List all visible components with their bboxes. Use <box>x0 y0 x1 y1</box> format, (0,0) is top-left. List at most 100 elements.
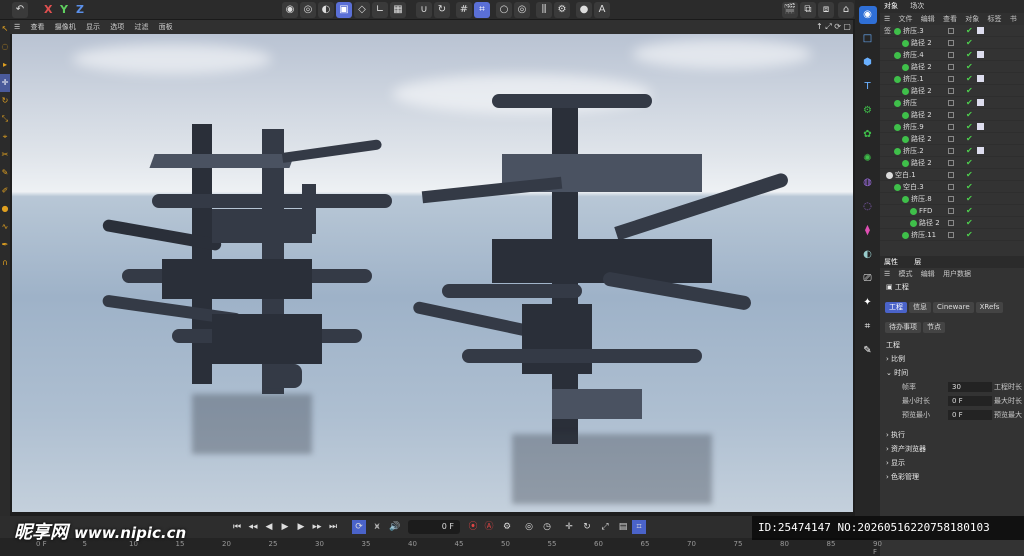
visibility-dot[interactable] <box>948 220 954 226</box>
field-value-input[interactable]: 30 <box>948 382 992 392</box>
go-end-icon[interactable]: ⏭ <box>326 520 340 534</box>
visibility-dot[interactable] <box>948 208 954 214</box>
loop-icon[interactable]: ⟳ <box>352 520 366 534</box>
enabled-check-icon[interactable]: ✔ <box>966 219 973 227</box>
object-row[interactable]: 挤压.3 ✔ <box>880 25 1024 37</box>
visibility-dot[interactable] <box>948 52 954 58</box>
key-icon[interactable]: ◎ <box>522 520 536 534</box>
layout-icon[interactable]: ⌂ <box>838 2 854 18</box>
visibility-dot[interactable] <box>948 88 954 94</box>
enabled-check-icon[interactable]: ✔ <box>966 51 973 59</box>
enabled-check-icon[interactable]: ✔ <box>966 207 973 215</box>
chip-info[interactable]: 信息 <box>909 302 931 313</box>
enabled-check-icon[interactable]: ✔ <box>966 171 973 179</box>
paint-tool-icon[interactable]: ✐ <box>0 182 10 200</box>
pla-key-icon[interactable]: ⌗ <box>632 520 646 534</box>
text-spline-icon[interactable]: T <box>859 78 877 96</box>
visibility-dot[interactable] <box>948 76 954 82</box>
object-row[interactable]: 挤压.2 ✔ <box>880 145 1024 157</box>
scale-tool-icon[interactable]: ⤡ <box>0 110 10 128</box>
chip-xrefs[interactable]: XRefs <box>975 302 1004 313</box>
object-row[interactable]: 挤压.4 ✔ <box>880 49 1024 61</box>
om-menu-object[interactable]: 对象 <box>965 15 979 23</box>
menu-options[interactable]: 选项 <box>110 20 124 34</box>
object-row[interactable]: 路径 2 ✔ <box>880 109 1024 121</box>
snap-icon[interactable]: # <box>456 2 472 18</box>
visibility-dot[interactable] <box>948 196 954 202</box>
om-menu-view[interactable]: 查看 <box>943 15 957 23</box>
phong-tag-icon[interactable] <box>977 51 984 58</box>
enabled-check-icon[interactable]: ✔ <box>966 183 973 191</box>
cloner-icon[interactable]: ✿ <box>859 126 877 144</box>
object-row[interactable]: 路径 2 ✔ <box>880 133 1024 145</box>
axis-mode-icon[interactable]: ∟ <box>372 2 388 18</box>
om-menu-edit[interactable]: 编辑 <box>921 15 935 23</box>
field-value-input[interactable]: 0 F <box>948 396 992 406</box>
object-row[interactable]: 路径 2 ✔ <box>880 37 1024 49</box>
tab-layers[interactable]: 层 <box>914 258 921 266</box>
group-asset-browser[interactable]: › 资产浏览器 <box>880 442 1024 456</box>
phong-tag-icon[interactable] <box>977 99 984 106</box>
target-icon[interactable]: ◎ <box>514 2 530 18</box>
tab-takes[interactable]: 场次 <box>910 2 924 10</box>
enabled-check-icon[interactable]: ✔ <box>966 195 973 203</box>
phong-tag-icon[interactable] <box>977 27 984 34</box>
object-row[interactable]: FFD ✔ <box>880 205 1024 217</box>
timeline-mode-icon[interactable]: ⩙ <box>370 520 384 534</box>
mode-model-icon[interactable]: ▣ <box>336 2 352 18</box>
3d-viewport[interactable] <box>12 34 853 512</box>
visibility-dot[interactable] <box>948 184 954 190</box>
chip-project[interactable]: 工程 <box>885 302 907 313</box>
play-icon[interactable]: ▶ <box>278 520 292 534</box>
mograph-icon[interactable]: ⧫ <box>859 222 877 240</box>
select-tool-icon[interactable]: ↖ <box>0 20 10 38</box>
visibility-dot[interactable] <box>948 40 954 46</box>
prev-key-icon[interactable]: ◂◂ <box>246 520 260 534</box>
tab-attributes[interactable]: 属性 <box>884 258 898 266</box>
enabled-check-icon[interactable]: ✔ <box>966 99 973 107</box>
object-row[interactable]: 挤压.11 ✔ <box>880 229 1024 241</box>
rotate-key-icon[interactable]: ↻ <box>580 520 594 534</box>
object-row[interactable]: 挤压.8 ✔ <box>880 193 1024 205</box>
enabled-check-icon[interactable]: ✔ <box>966 63 973 71</box>
visibility-dot[interactable] <box>948 100 954 106</box>
visibility-dot[interactable] <box>948 136 954 142</box>
menu-display[interactable]: 显示 <box>86 20 100 34</box>
snap-grid-icon[interactable]: ⌗ <box>474 2 490 18</box>
mode-edges-icon[interactable]: ◎ <box>300 2 316 18</box>
group-scale[interactable]: › 比例 <box>880 352 1024 366</box>
object-row[interactable]: 挤压 ✔ <box>880 97 1024 109</box>
mode-points-icon[interactable]: ◉ <box>282 2 298 18</box>
go-start-icon[interactable]: ⏮ <box>230 520 244 534</box>
clapper3-icon[interactable]: ⧈ <box>818 2 834 18</box>
phong-tag-icon[interactable] <box>977 123 984 130</box>
field-value-input[interactable]: 0 F <box>948 410 992 420</box>
next-frame-icon[interactable]: ▶ <box>294 520 308 534</box>
effector-icon[interactable]: ✺ <box>859 150 877 168</box>
render-a-icon[interactable]: A <box>594 2 610 18</box>
pen-tool-icon[interactable]: ✒ <box>0 236 10 254</box>
chip-todo[interactable]: 待办事项 <box>885 322 921 333</box>
visibility-dot[interactable] <box>948 148 954 154</box>
visibility-dot[interactable] <box>948 124 954 130</box>
object-row[interactable]: 挤压.1 ✔ <box>880 73 1024 85</box>
magnet-tool-icon[interactable]: ∩ <box>0 254 10 272</box>
visibility-dot[interactable] <box>948 64 954 70</box>
mode-object-icon[interactable]: ◇ <box>354 2 370 18</box>
phong-tag-icon[interactable] <box>977 147 984 154</box>
object-row[interactable]: 路径 2 ✔ <box>880 217 1024 229</box>
tweak-tool-icon[interactable]: ⌖ <box>0 128 10 146</box>
deformer-icon[interactable]: ◍ <box>859 174 877 192</box>
visibility-dot[interactable] <box>948 112 954 118</box>
undo-icon[interactable]: ↶ <box>12 2 28 18</box>
scale-key-icon[interactable]: ⤢ <box>598 520 612 534</box>
rotate-tool-icon[interactable]: ↻ <box>0 92 10 110</box>
group-display[interactable]: › 显示 <box>880 456 1024 470</box>
camera-icon[interactable]: ⎚ <box>859 270 877 288</box>
record-icon[interactable]: ⦿ <box>466 520 480 534</box>
environment-icon[interactable]: ◐ <box>859 246 877 264</box>
attr-menu-icon[interactable]: ☰ <box>884 270 890 278</box>
menu-filter[interactable]: 过滤 <box>134 20 148 34</box>
axis-x-toggle[interactable]: X <box>44 3 52 17</box>
om-menu-tag[interactable]: 标签 <box>987 15 1001 23</box>
